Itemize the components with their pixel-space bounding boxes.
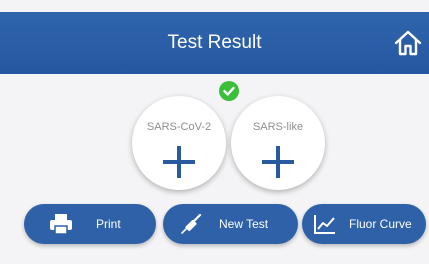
- printer-icon: [50, 214, 72, 235]
- app-header: Test Result: [0, 12, 429, 74]
- line-chart-icon: [314, 215, 335, 234]
- new-test-label: New Test: [219, 217, 269, 231]
- result-label: SARS-CoV-2: [146, 121, 212, 133]
- plus-icon: [262, 146, 294, 178]
- result-label: SARS-like: [252, 121, 304, 133]
- plus-icon: [163, 146, 195, 178]
- print-label: Print: [96, 217, 121, 231]
- home-icon[interactable]: [393, 28, 423, 58]
- check-icon: [219, 81, 239, 101]
- new-test-button[interactable]: New Test: [163, 204, 298, 244]
- print-button[interactable]: Print: [24, 204, 156, 244]
- fluor-curve-label: Fluor Curve: [349, 217, 412, 231]
- result-sars-cov-2[interactable]: SARS-CoV-2: [132, 96, 226, 190]
- syringe-icon: [181, 213, 202, 234]
- fluor-curve-button[interactable]: Fluor Curve: [302, 204, 426, 244]
- page-title: Test Result: [167, 32, 262, 53]
- result-sars-like[interactable]: SARS-like: [231, 96, 325, 190]
